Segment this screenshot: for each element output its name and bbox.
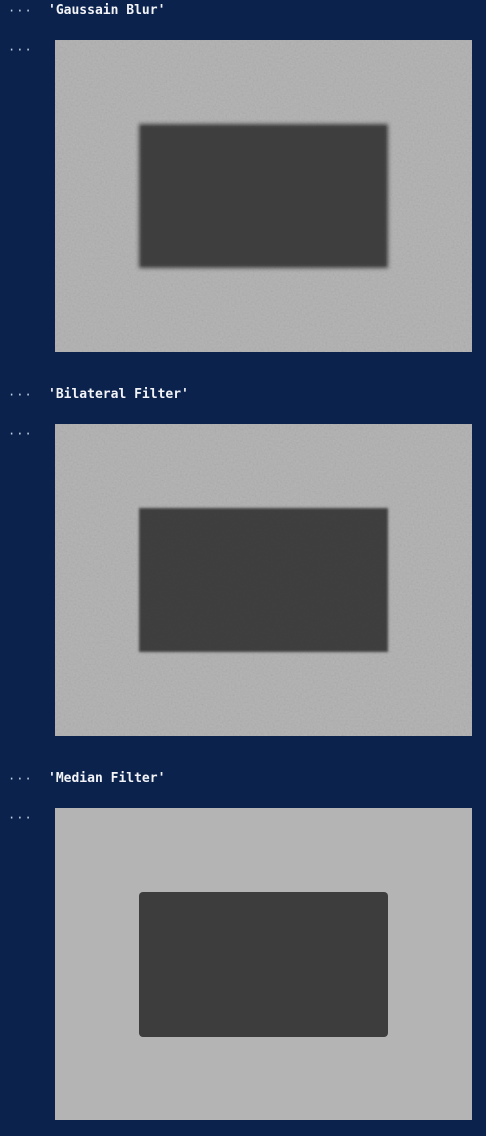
- output-text-bilateral: 'Bilateral Filter': [48, 387, 189, 402]
- cell-prompt-icon[interactable]: ···: [8, 44, 33, 56]
- cell-prompt-icon[interactable]: ···: [8, 773, 33, 785]
- cell-prompt-icon[interactable]: ···: [8, 389, 33, 401]
- output-text-median: 'Median Filter': [48, 771, 166, 786]
- median-filter-image: [55, 808, 472, 1120]
- cell-prompt-icon[interactable]: ···: [8, 5, 33, 17]
- cell-prompt-icon[interactable]: ···: [8, 812, 33, 824]
- gaussian-blur-image: [55, 40, 472, 352]
- bilateral-filter-image: [55, 424, 472, 736]
- output-text-gaussian: 'Gaussain Blur': [48, 3, 166, 18]
- cell-prompt-icon[interactable]: ···: [8, 428, 33, 440]
